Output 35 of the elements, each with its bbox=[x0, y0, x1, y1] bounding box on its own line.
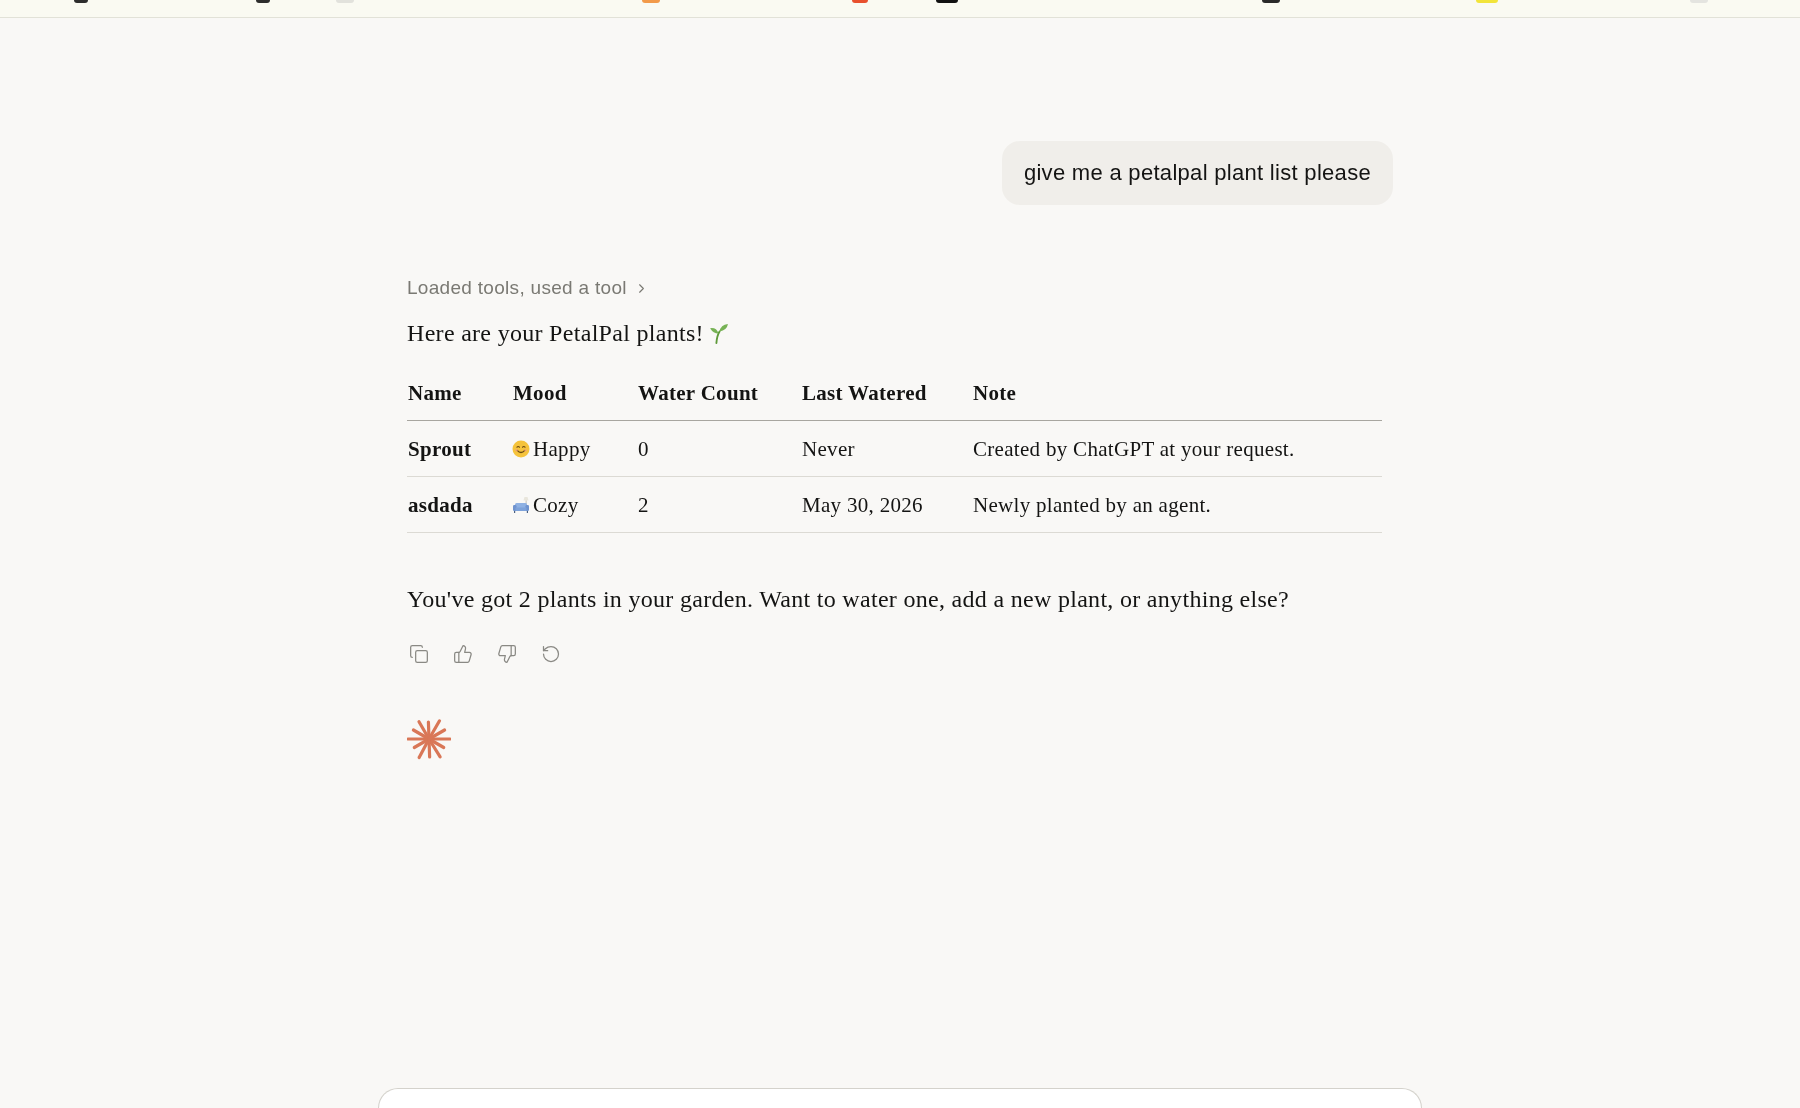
table-cell-text: Created by ChatGPT at your request. bbox=[972, 435, 1296, 463]
toolbar-icon[interactable] bbox=[256, 0, 270, 3]
toolbar-icon[interactable] bbox=[1262, 0, 1280, 3]
seedling-icon bbox=[707, 322, 729, 344]
starburst-icon bbox=[407, 717, 451, 761]
column-header: Water Count bbox=[637, 379, 760, 407]
toolbar-icon[interactable] bbox=[936, 0, 958, 3]
tool-summary-link[interactable]: Loaded tools, used a tool bbox=[407, 275, 649, 301]
couch-icon bbox=[512, 495, 530, 514]
thumbs-up-button[interactable] bbox=[451, 642, 475, 666]
response-intro: Here are your PetalPal plants! bbox=[407, 319, 704, 348]
table-cell-text: Cozy bbox=[533, 491, 579, 519]
toolbar-icon[interactable] bbox=[74, 0, 88, 3]
column-header: Mood bbox=[512, 379, 568, 407]
message-input-field[interactable] bbox=[378, 1088, 1422, 1108]
table-cell-text: Never bbox=[801, 435, 856, 463]
table-cell-text: May 30, 2026 bbox=[801, 491, 924, 519]
thumbs-down-icon bbox=[497, 644, 517, 664]
response-text: You've got 2 plants in your garden. Want to water one, add a new plant, or anything else? bbox=[407, 585, 1290, 614]
table-cell-text: 2 bbox=[637, 491, 650, 519]
column-header: Name bbox=[407, 379, 463, 407]
user-message-bubble: give me a petalpal plant list please bbox=[1001, 141, 1393, 205]
retry-icon bbox=[541, 644, 561, 664]
thumbs-down-button[interactable] bbox=[495, 642, 519, 666]
copy-icon bbox=[409, 644, 429, 664]
table-cell-text: Newly planted by an agent. bbox=[972, 491, 1213, 519]
table-cell-text: Sprout bbox=[407, 435, 473, 463]
column-header: Note bbox=[972, 379, 1018, 407]
smiley-icon bbox=[512, 439, 530, 458]
table-cell-text: asdada bbox=[407, 491, 474, 519]
table-cell-text: 0 bbox=[637, 435, 650, 463]
column-header: Last Watered bbox=[801, 379, 928, 407]
table-cell-text: Happy bbox=[533, 435, 591, 463]
copy-button[interactable] bbox=[407, 642, 431, 666]
thumbs-up-icon bbox=[453, 644, 473, 664]
